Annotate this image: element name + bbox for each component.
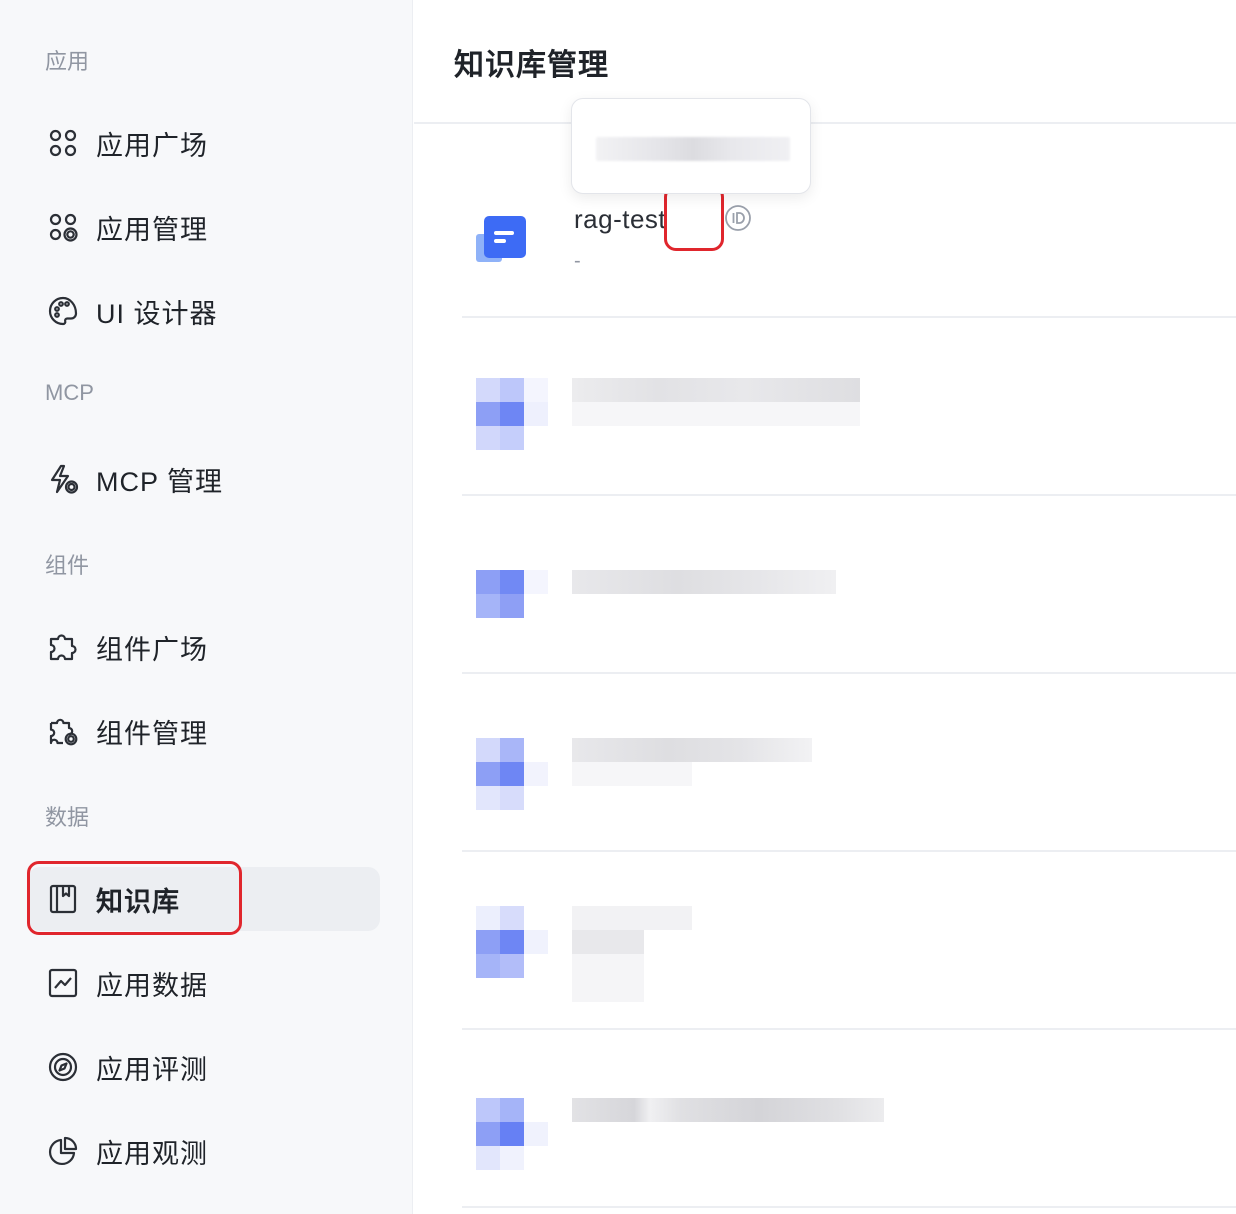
id-tooltip xyxy=(571,98,811,194)
sidebar-item-label: 应用观测 xyxy=(96,1138,208,1169)
section-title-apps: 应用 xyxy=(45,49,90,74)
sidebar-item-label: 应用管理 xyxy=(96,214,208,245)
blurred-description xyxy=(572,762,692,786)
divider xyxy=(414,122,1236,124)
sidebar-item-label: 应用数据 xyxy=(96,970,208,1001)
main-content: 知识库管理 rag-test - xyxy=(414,0,1236,1214)
page-title: 知识库管理 xyxy=(454,49,609,82)
sidebar-item-label: UI 设计器 xyxy=(96,298,218,329)
knowledge-base-icon xyxy=(476,570,548,642)
sidebar-item-label: 应用广场 xyxy=(96,130,208,161)
sidebar-item-app-evaluation[interactable]: 应用评测 xyxy=(28,1035,208,1099)
section-title-data: 数据 xyxy=(45,805,90,830)
apps-grid-icon xyxy=(46,126,80,160)
section-title-components: 组件 xyxy=(45,553,90,578)
knowledge-base-icon xyxy=(476,214,526,264)
blurred-description xyxy=(572,954,644,1002)
blurred-name xyxy=(572,738,812,762)
blurred-name xyxy=(572,378,860,402)
sidebar-item-ui-designer[interactable]: UI 设计器 xyxy=(28,279,218,343)
pie-chart-icon xyxy=(46,1134,80,1168)
puzzle-icon xyxy=(46,630,80,664)
knowledge-base-icon xyxy=(476,906,548,978)
blurred-name xyxy=(572,930,644,954)
blurred-name xyxy=(572,1098,884,1122)
compass-icon xyxy=(46,1050,80,1084)
sidebar-item-label: 组件广场 xyxy=(96,634,208,665)
knowledge-base-icon xyxy=(476,378,548,450)
sidebar-item-label: 组件管理 xyxy=(96,718,208,749)
sidebar-item-component-management[interactable]: 组件管理 xyxy=(28,699,208,763)
puzzle-settings-icon xyxy=(46,714,80,748)
sidebar-item-label: MCP 管理 xyxy=(96,466,224,497)
knowledge-base-row[interactable] xyxy=(462,496,1236,674)
sidebar-item-app-management[interactable]: 应用管理 xyxy=(28,195,208,259)
sidebar-item-component-plaza[interactable]: 组件广场 xyxy=(28,615,208,679)
knowledge-base-icon xyxy=(476,1098,548,1170)
knowledge-base-row[interactable] xyxy=(462,318,1236,496)
blurred-name xyxy=(572,906,692,930)
section-title-mcp: MCP xyxy=(45,380,94,405)
sidebar-item-app-observability[interactable]: 应用观测 xyxy=(28,1119,208,1183)
copy-id-icon[interactable] xyxy=(723,203,753,233)
apps-settings-icon xyxy=(46,210,80,244)
palette-icon xyxy=(46,294,80,328)
knowledge-base-row[interactable] xyxy=(462,852,1236,1030)
tooltip-blurred-content xyxy=(596,137,790,161)
knowledge-base-description: - xyxy=(574,250,581,272)
highlight-box xyxy=(27,861,242,935)
chart-line-icon xyxy=(46,966,80,1000)
sidebar-item-app-data[interactable]: 应用数据 xyxy=(28,951,208,1015)
mcp-icon xyxy=(46,462,80,496)
sidebar: 应用 应用广场 应用管理 UI 设计器 MCP MCP 管理 组件 组件广场 组… xyxy=(0,0,413,1214)
knowledge-base-name[interactable]: rag-test xyxy=(574,204,666,235)
sidebar-item-mcp-management[interactable]: MCP 管理 xyxy=(28,447,223,511)
highlight-box xyxy=(664,185,724,251)
knowledge-base-icon xyxy=(476,738,548,810)
knowledge-base-row[interactable] xyxy=(462,1030,1236,1208)
sidebar-item-label: 应用评测 xyxy=(96,1054,208,1085)
sidebar-item-app-plaza[interactable]: 应用广场 xyxy=(28,111,208,175)
blurred-description xyxy=(572,402,860,426)
blurred-name xyxy=(572,570,836,594)
knowledge-base-row[interactable] xyxy=(462,674,1236,852)
